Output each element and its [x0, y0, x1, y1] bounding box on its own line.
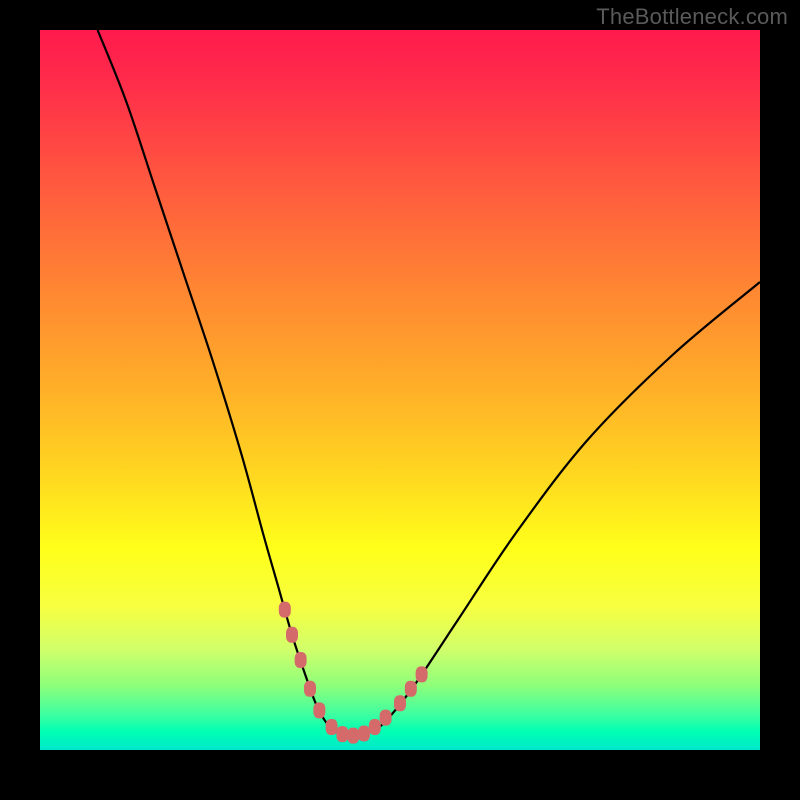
- marker-group: [279, 602, 428, 744]
- watermark-text: TheBottleneck.com: [596, 4, 788, 30]
- curve-marker: [416, 666, 428, 682]
- curve-marker: [279, 602, 291, 618]
- bottleneck-curve: [98, 30, 760, 736]
- curve-marker: [313, 702, 325, 718]
- curve-marker: [405, 681, 417, 697]
- chart-svg: [40, 30, 760, 750]
- curve-marker: [286, 627, 298, 643]
- curve-marker: [369, 719, 381, 735]
- curve-marker: [347, 728, 359, 744]
- curve-marker: [394, 695, 406, 711]
- curve-marker: [358, 725, 370, 741]
- curve-marker: [295, 652, 307, 668]
- curve-marker: [380, 710, 392, 726]
- curve-marker: [336, 726, 348, 742]
- curve-marker: [304, 681, 316, 697]
- curve-marker: [326, 719, 338, 735]
